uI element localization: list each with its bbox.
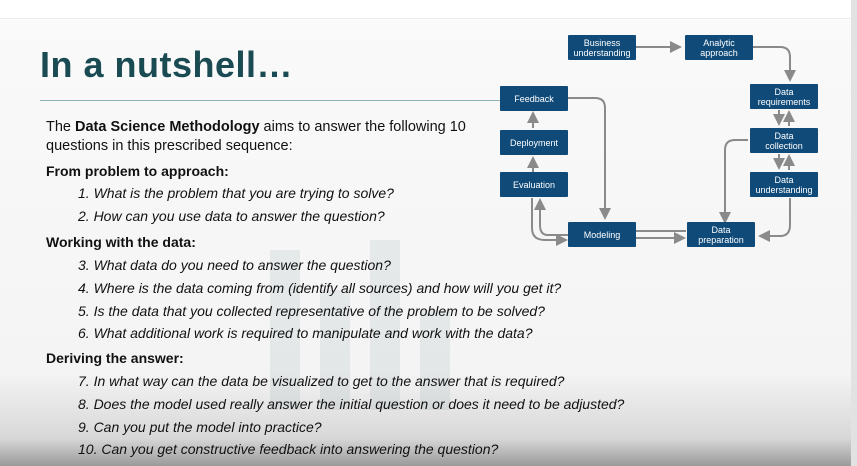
question-item: 4. Where is the data coming from (identi… xyxy=(78,280,562,296)
node-business-understanding: Business understanding xyxy=(568,35,636,60)
node-data-preparation: Data preparation xyxy=(687,222,755,247)
node-analytic-approach: Analytic approach xyxy=(685,35,753,60)
node-label: understanding xyxy=(573,47,631,58)
section-heading: From problem to approach: xyxy=(46,163,229,179)
node-label: Evaluation xyxy=(512,179,556,190)
intro-emphasis: Data Science Methodology xyxy=(75,119,260,135)
node-label: Analytic xyxy=(703,37,735,48)
node-label: Data xyxy=(774,174,794,185)
question-item: 1. What is the problem that you are tryi… xyxy=(78,185,394,201)
node-deployment: Deployment xyxy=(500,130,568,155)
node-modeling: Modeling xyxy=(568,222,636,247)
question-item: 5. Is the data that you collected repres… xyxy=(78,303,545,319)
intro-paragraph: The Data Science Methodology aims to ans… xyxy=(46,118,466,156)
question-item: 3. What data do you need to answer the q… xyxy=(78,257,391,273)
node-evaluation: Evaluation xyxy=(500,172,568,197)
top-bar xyxy=(0,0,857,19)
slide-edge xyxy=(851,0,857,466)
node-label: Data xyxy=(774,86,794,97)
question-item: 10. Can you get constructive feedback in… xyxy=(78,441,499,457)
node-label: Deployment xyxy=(509,137,559,148)
slide: In a nutshell… The Data Science Methodol… xyxy=(0,0,857,466)
question-item: 2. How can you use data to answer the qu… xyxy=(78,208,385,224)
node-label: preparation xyxy=(698,234,744,245)
node-label: Modeling xyxy=(583,229,621,240)
node-label: Data xyxy=(711,224,731,235)
section-heading: Working with the data: xyxy=(46,234,196,250)
question-item: 7. In what way can the data be visualize… xyxy=(78,373,565,389)
node-feedback: Feedback xyxy=(500,86,568,111)
intro-prefix: The xyxy=(46,119,76,135)
node-label: Feedback xyxy=(514,93,554,104)
section-heading: Deriving the answer: xyxy=(46,350,184,366)
title-divider xyxy=(40,100,500,101)
node-label: requirements xyxy=(757,96,811,107)
node-label: Data xyxy=(774,130,794,141)
question-item: 8. Does the model used really answer the… xyxy=(78,396,625,412)
node-label: understanding xyxy=(755,184,813,195)
slide-title: In a nutshell… xyxy=(40,44,294,85)
node-label: collection xyxy=(765,140,803,151)
node-label: Business xyxy=(583,37,621,48)
node-data-collection: Data collection xyxy=(750,128,818,153)
node-data-requirements: Data requirements xyxy=(750,84,818,109)
question-item: 9. Can you put the model into practice? xyxy=(78,419,322,435)
node-label: approach xyxy=(700,47,738,58)
node-data-understanding: Data understanding xyxy=(750,172,818,197)
question-item: 6. What additional work is required to m… xyxy=(78,325,533,341)
